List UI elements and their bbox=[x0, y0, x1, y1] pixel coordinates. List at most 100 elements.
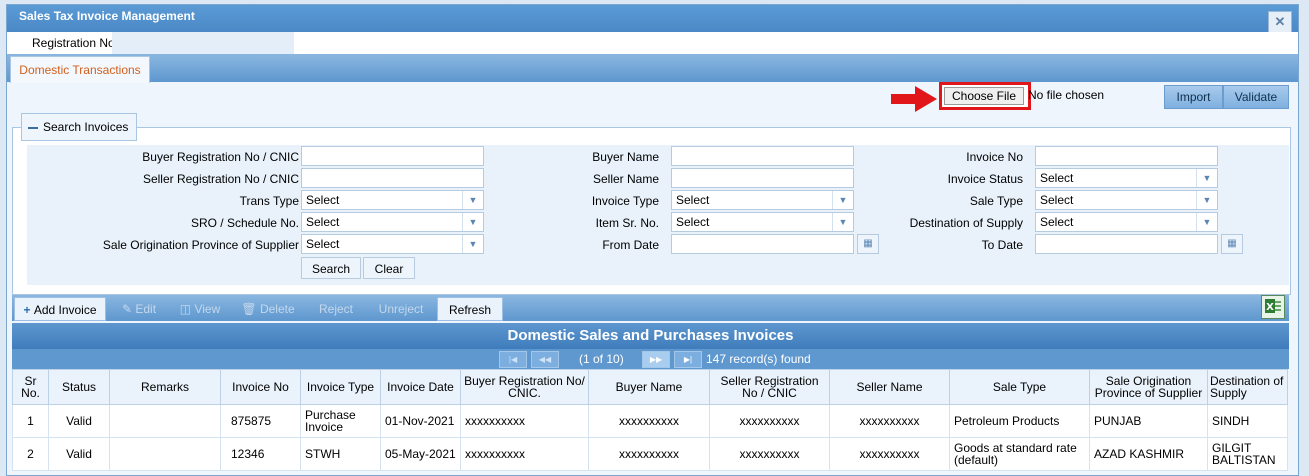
sro-label: SRO / Schedule No. bbox=[190, 216, 299, 230]
search-legend-toggle[interactable]: Search Invoices bbox=[21, 113, 138, 141]
buyer-reg-input[interactable] bbox=[301, 146, 484, 166]
item-sr-value: Select bbox=[676, 215, 710, 229]
destination-select[interactable]: Select ▼ bbox=[1035, 212, 1218, 232]
buyer-name-label: Buyer Name bbox=[592, 150, 659, 164]
sale-type-value: Select bbox=[1040, 193, 1074, 207]
cell-seller-name: xxxxxxxxxx bbox=[829, 404, 950, 438]
cell-sale-type: Goods at standard rate (default) bbox=[949, 437, 1090, 471]
cell-sr-no: 2 bbox=[12, 437, 49, 471]
add-invoice-button[interactable]: + Add Invoice bbox=[14, 297, 106, 321]
grid-pager: |◀ ◀◀ (1 of 10) ▶▶ ▶| 147 record(s) foun… bbox=[12, 349, 1289, 369]
unreject-button[interactable]: Unreject bbox=[366, 297, 436, 321]
invoice-type-select[interactable]: Select ▼ bbox=[671, 190, 854, 210]
column-header[interactable]: Buyer Registration No/ CNIC. bbox=[460, 369, 589, 405]
column-header[interactable]: Sale Type bbox=[949, 369, 1090, 405]
invoice-no-label: Invoice No bbox=[966, 150, 1023, 164]
chevron-down-icon: ▼ bbox=[832, 191, 853, 209]
column-header[interactable]: Invoice Type bbox=[300, 369, 381, 405]
excel-export-icon[interactable]: X bbox=[1261, 295, 1285, 319]
invoice-status-select[interactable]: Select ▼ bbox=[1035, 168, 1218, 188]
reject-button[interactable]: Reject bbox=[308, 297, 364, 321]
origin-select[interactable]: Select ▼ bbox=[301, 234, 484, 254]
collapse-icon bbox=[28, 126, 38, 129]
item-sr-label: Item Sr. No. bbox=[595, 216, 659, 230]
column-header[interactable]: Status bbox=[48, 369, 110, 405]
chevron-down-icon: ▼ bbox=[462, 213, 483, 231]
column-header[interactable]: Invoice No bbox=[220, 369, 301, 405]
cell-buyer-name: xxxxxxxxxx bbox=[588, 437, 710, 471]
seller-name-input[interactable] bbox=[671, 168, 854, 188]
cell-sale-type: Petroleum Products bbox=[949, 404, 1090, 438]
chevron-down-icon: ▼ bbox=[832, 213, 853, 231]
sro-value: Select bbox=[306, 215, 340, 229]
from-date-input[interactable] bbox=[671, 234, 854, 254]
file-status: No file chosen bbox=[1028, 88, 1105, 102]
calendar-icon[interactable]: ▦ bbox=[1221, 234, 1243, 254]
registration-row: Registration No bbox=[7, 32, 1298, 54]
invoice-type-label: Invoice Type bbox=[591, 194, 659, 208]
seller-reg-input[interactable] bbox=[301, 168, 484, 188]
cell-invoice-no: 12346 bbox=[220, 437, 301, 471]
search-legend-label: Search Invoices bbox=[43, 120, 129, 134]
tab-domestic-transactions[interactable]: Domestic Transactions bbox=[10, 56, 150, 83]
window-title: Sales Tax Invoice Management bbox=[19, 9, 195, 23]
import-button[interactable]: Import bbox=[1164, 85, 1223, 109]
edit-button[interactable]: ✎ Edit bbox=[110, 297, 168, 321]
sro-select[interactable]: Select ▼ bbox=[301, 212, 484, 232]
record-count: 147 record(s) found bbox=[706, 352, 811, 366]
cell-origin: PUNJAB bbox=[1089, 404, 1208, 438]
origin-label: Sale Origination Province of Supplier bbox=[102, 238, 299, 252]
prev-page-icon[interactable]: ◀◀ bbox=[531, 351, 559, 368]
chevron-down-icon: ▼ bbox=[1196, 213, 1217, 231]
column-header[interactable]: Invoice Date bbox=[380, 369, 461, 405]
invoice-no-input[interactable] bbox=[1035, 146, 1218, 166]
next-page-icon[interactable]: ▶▶ bbox=[642, 351, 670, 368]
trash-icon: 🗑 bbox=[241, 302, 260, 316]
table-row[interactable]: 1 Valid 875875 Purchase Invoice 01-Nov-2… bbox=[12, 404, 1288, 438]
choose-file-button[interactable]: Choose File bbox=[944, 87, 1024, 105]
first-page-icon[interactable]: |◀ bbox=[499, 351, 527, 368]
invoice-window: Sales Tax Invoice Management ✕ Registrat… bbox=[6, 4, 1299, 476]
close-icon[interactable]: ✕ bbox=[1268, 11, 1292, 33]
cell-origin: AZAD KASHMIR bbox=[1089, 437, 1208, 471]
buyer-name-input[interactable] bbox=[671, 146, 854, 166]
validate-button[interactable]: Validate bbox=[1223, 85, 1289, 109]
trans-type-select[interactable]: Select ▼ bbox=[301, 190, 484, 210]
sale-type-select[interactable]: Select ▼ bbox=[1035, 190, 1218, 210]
calendar-icon[interactable]: ▦ bbox=[857, 234, 879, 254]
seller-reg-label: Seller Registration No / CNIC bbox=[142, 172, 299, 186]
column-header[interactable]: Sale Origination Province of Supplier bbox=[1089, 369, 1208, 405]
column-header[interactable]: Seller Registration No / CNIC bbox=[709, 369, 830, 405]
table-row[interactable]: 2 Valid 12346 STWH 05-May-2021 xxxxxxxxx… bbox=[12, 437, 1288, 471]
view-button[interactable]: ◫ View bbox=[170, 297, 230, 321]
column-header[interactable]: Sr No. bbox=[12, 369, 49, 405]
item-sr-select[interactable]: Select ▼ bbox=[671, 212, 854, 232]
cell-seller-name: xxxxxxxxxx bbox=[829, 437, 950, 471]
cell-invoice-type: Purchase Invoice bbox=[300, 404, 381, 438]
refresh-button[interactable]: Refresh bbox=[437, 297, 503, 321]
column-header[interactable]: Remarks bbox=[109, 369, 221, 405]
delete-button[interactable]: 🗑 Delete bbox=[232, 297, 304, 321]
cell-seller-reg: xxxxxxxxxx bbox=[709, 404, 830, 438]
column-header[interactable]: Buyer Name bbox=[588, 369, 710, 405]
to-date-input[interactable] bbox=[1035, 234, 1218, 254]
cell-destination: SINDH bbox=[1207, 404, 1288, 438]
file-toolbar: Choose File No file chosen Import Valida… bbox=[7, 82, 1298, 112]
origin-value: Select bbox=[306, 237, 340, 251]
view-icon: ◫ bbox=[179, 302, 195, 316]
chevron-down-icon: ▼ bbox=[462, 191, 483, 209]
cell-seller-reg: xxxxxxxxxx bbox=[709, 437, 830, 471]
last-page-icon[interactable]: ▶| bbox=[674, 351, 702, 368]
add-invoice-label: Add Invoice bbox=[33, 303, 97, 317]
invoice-status-label: Invoice Status bbox=[947, 172, 1023, 186]
tab-bar: Domestic Transactions bbox=[7, 54, 1298, 83]
arrow-right-icon bbox=[891, 86, 937, 112]
column-header[interactable]: Destination of Supply bbox=[1207, 369, 1288, 405]
search-button[interactable]: Search bbox=[301, 257, 361, 279]
column-header[interactable]: Seller Name bbox=[829, 369, 950, 405]
pencil-icon: ✎ bbox=[121, 302, 136, 316]
chevron-down-icon: ▼ bbox=[462, 235, 483, 253]
invoice-status-value: Select bbox=[1040, 171, 1074, 185]
clear-button[interactable]: Clear bbox=[363, 257, 415, 279]
cell-sr-no: 1 bbox=[12, 404, 49, 438]
